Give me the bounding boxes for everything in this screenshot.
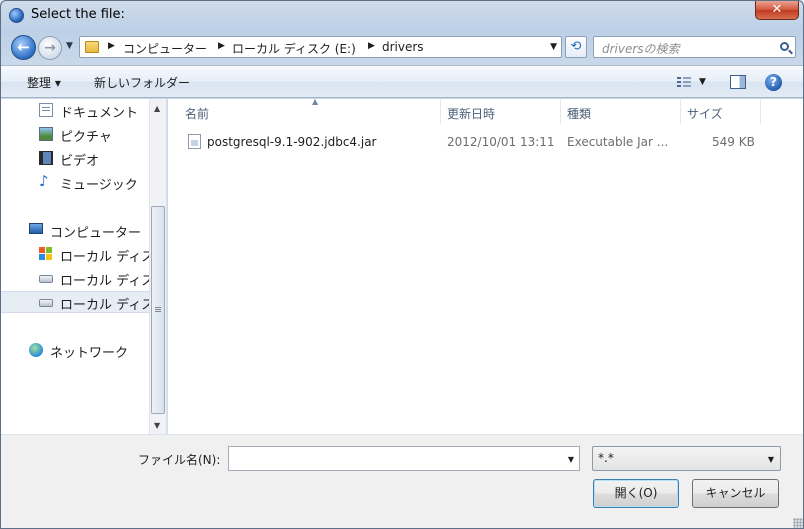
jar-file-icon xyxy=(188,134,201,149)
column-header-label: 種類 xyxy=(567,107,592,121)
breadcrumb-separator-icon[interactable]: ▶ xyxy=(108,41,115,51)
column-header-label: 更新日時 xyxy=(447,107,496,121)
back-button[interactable]: ← xyxy=(11,35,36,60)
nav-item-label: ミュージック xyxy=(60,178,138,193)
scroll-thumb[interactable] xyxy=(151,206,165,414)
command-bar: 整理 ▾ 新しいフォルダー ▼ ? xyxy=(1,65,803,98)
file-name: postgresql-9.1-902.jdbc4.jar xyxy=(207,135,377,149)
nav-item-computer[interactable]: コンピューター xyxy=(1,219,149,241)
file-size: 549 KB xyxy=(712,135,755,149)
refresh-button[interactable]: ⟲ xyxy=(565,36,587,58)
dialog-footer: ファイル名(N): ▼ *.* ▼ 開く(O) キャンセル xyxy=(1,434,803,528)
nav-item-music[interactable]: ♪ ミュージック xyxy=(1,171,149,193)
breadcrumb-local-disk[interactable]: ローカル ディスク (E:) xyxy=(232,40,356,57)
nav-item-documents[interactable]: ドキュメント xyxy=(1,99,149,121)
nav-item-label: コンピューター xyxy=(50,226,142,241)
drive-icon xyxy=(39,299,53,307)
open-button[interactable]: 開く(O) xyxy=(593,479,679,508)
search-placeholder: driversの検索 xyxy=(602,42,680,56)
forward-button[interactable]: → xyxy=(38,36,62,60)
column-header-size[interactable]: サイズ xyxy=(678,99,758,124)
picture-icon xyxy=(39,127,53,141)
nav-item-label: ビデオ xyxy=(60,154,100,169)
file-list: 名前 ▲ 更新日時 種類 サイズ postgresql-9.1-902.jdbc… xyxy=(168,97,803,434)
title-bar: Select the file: ✕ xyxy=(1,1,803,29)
navigation-pane: ドキュメント ピクチャ ビデオ ♪ ミュージック コンピューター ローカル ディ… xyxy=(1,99,167,434)
search-box[interactable]: driversの検索 xyxy=(593,36,796,58)
search-icon[interactable] xyxy=(780,42,789,51)
column-header-label: サイズ xyxy=(687,107,723,121)
file-dialog-window: Select the file: ✕ ← → ▼ ▶ コンピューター ▶ ローカ… xyxy=(0,0,804,529)
chevron-down-icon: ▼ xyxy=(767,455,774,464)
nav-item-label: ローカル ディスク xyxy=(60,298,149,313)
document-icon xyxy=(39,103,53,117)
close-button[interactable]: ✕ xyxy=(755,1,799,20)
column-header-type[interactable]: 種類 xyxy=(558,99,678,124)
music-icon: ♪ xyxy=(39,172,49,190)
new-folder-button[interactable]: 新しいフォルダー xyxy=(94,74,190,91)
breadcrumb-drivers[interactable]: drivers xyxy=(382,40,424,54)
column-header-name[interactable]: 名前 ▲ xyxy=(176,97,440,124)
folder-icon xyxy=(85,41,99,53)
app-icon xyxy=(9,8,24,23)
nav-item-local-disk-d[interactable]: ローカル ディスク xyxy=(1,267,149,289)
nav-item-label: ローカル ディスク xyxy=(60,250,149,265)
nav-item-local-disk-e[interactable]: ローカル ディスク xyxy=(1,291,149,313)
views-dropdown-icon[interactable]: ▼ xyxy=(699,77,706,87)
help-icon[interactable]: ? xyxy=(765,74,782,91)
file-type-filter-select[interactable]: *.* ▼ xyxy=(592,446,781,471)
nav-item-pictures[interactable]: ピクチャ xyxy=(1,123,149,145)
views-icon[interactable] xyxy=(677,76,691,88)
resize-grip-icon[interactable] xyxy=(793,518,803,528)
nav-item-label: ピクチャ xyxy=(60,130,112,145)
computer-icon xyxy=(29,223,43,234)
nav-item-local-disk-c[interactable]: ローカル ディスク xyxy=(1,243,149,265)
cancel-button[interactable]: キャンセル xyxy=(692,479,779,508)
scroll-up-icon[interactable]: ▲ xyxy=(154,104,160,113)
breadcrumb-separator-icon[interactable]: ▶ xyxy=(368,41,375,51)
organize-button[interactable]: 整理 ▾ xyxy=(27,74,61,91)
address-dropdown-icon[interactable]: ▼ xyxy=(550,42,557,52)
breadcrumb-separator-icon[interactable]: ▶ xyxy=(218,41,225,51)
nav-item-label: ローカル ディスク xyxy=(60,274,149,289)
filename-dropdown-icon[interactable]: ▼ xyxy=(568,455,574,464)
nav-item-videos[interactable]: ビデオ xyxy=(1,147,149,169)
nav-scrollbar[interactable]: ▲ ▼ xyxy=(149,99,166,434)
video-icon xyxy=(39,151,53,165)
address-bar[interactable]: ▶ コンピューター ▶ ローカル ディスク (E:) ▶ drivers ▼ xyxy=(79,36,562,58)
scroll-down-icon[interactable]: ▼ xyxy=(154,421,160,430)
nav-item-label: ドキュメント xyxy=(60,106,139,121)
column-header-label: 名前 xyxy=(185,107,210,121)
network-icon xyxy=(29,343,43,357)
recent-locations-dropdown[interactable]: ▼ xyxy=(66,41,73,51)
file-type-filter-value: *.* xyxy=(598,451,614,465)
nav-item-network[interactable]: ネットワーク xyxy=(1,339,149,361)
column-divider[interactable] xyxy=(760,99,761,124)
breadcrumb-computer[interactable]: コンピューター xyxy=(123,40,207,57)
grip-icon xyxy=(155,307,161,313)
filename-label: ファイル名(N): xyxy=(138,453,221,467)
sort-ascending-icon: ▲ xyxy=(312,97,319,106)
drive-icon xyxy=(39,275,53,283)
windows-drive-icon xyxy=(39,247,53,261)
column-header-modified[interactable]: 更新日時 xyxy=(438,99,558,124)
window-title: Select the file: xyxy=(31,7,125,22)
file-type: Executable Jar ... xyxy=(567,135,669,149)
filename-input[interactable]: ▼ xyxy=(228,446,580,471)
file-modified: 2012/10/01 13:11 xyxy=(447,135,555,149)
nav-item-label: ネットワーク xyxy=(50,346,129,361)
file-row[interactable]: postgresql-9.1-902.jdbc4.jar 2012/10/01 … xyxy=(184,132,784,152)
preview-pane-icon[interactable] xyxy=(730,75,746,89)
